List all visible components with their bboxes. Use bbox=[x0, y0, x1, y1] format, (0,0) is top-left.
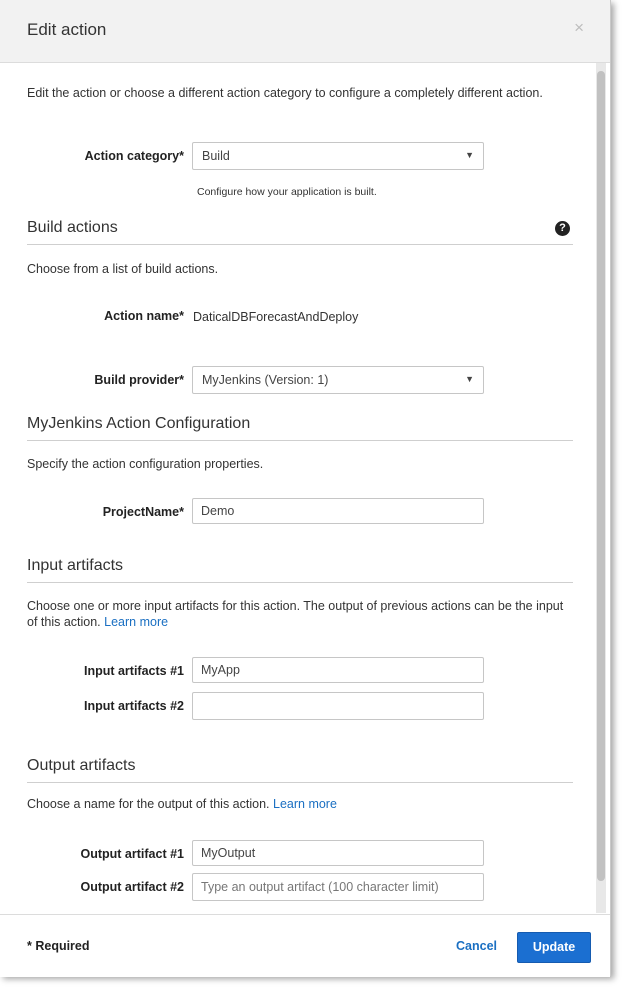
input-artifact-1-label: Input artifacts #1 bbox=[83, 664, 184, 678]
scrollbar-thumb[interactable] bbox=[597, 71, 605, 881]
chevron-down-icon: ▼ bbox=[465, 374, 474, 384]
input-artifact-1-input[interactable] bbox=[192, 657, 484, 683]
input-artifact-2-input[interactable] bbox=[192, 692, 484, 720]
input-artifacts-learn-more-link[interactable]: Learn more bbox=[104, 615, 168, 629]
edit-action-dialog: Edit action × Edit the action or choose … bbox=[0, 0, 611, 977]
close-icon[interactable]: × bbox=[574, 18, 584, 38]
action-name-value: DaticalDBForecastAndDeploy bbox=[193, 310, 359, 324]
chevron-down-icon: ▼ bbox=[465, 150, 474, 160]
output-artifacts-description: Choose a name for the output of this act… bbox=[27, 797, 270, 811]
project-name-label: ProjectName* bbox=[102, 505, 184, 519]
build-provider-label: Build provider* bbox=[94, 373, 184, 387]
output-artifacts-description-block: Choose a name for the output of this act… bbox=[27, 796, 337, 812]
action-name-label: Action name* bbox=[104, 309, 184, 323]
action-category-hint: Configure how your application is built. bbox=[197, 186, 377, 198]
output-artifact-1-input[interactable] bbox=[192, 840, 484, 866]
build-actions-heading: Build actions bbox=[27, 219, 573, 245]
dialog-title: Edit action bbox=[27, 20, 107, 39]
cancel-button[interactable]: Cancel bbox=[456, 939, 497, 953]
help-icon[interactable]: ? bbox=[555, 221, 570, 236]
input-artifacts-description-block: Choose one or more input artifacts for t… bbox=[27, 598, 572, 630]
output-artifact-2-input[interactable] bbox=[192, 873, 484, 901]
output-artifacts-learn-more-link[interactable]: Learn more bbox=[273, 797, 337, 811]
config-heading: MyJenkins Action Configuration bbox=[27, 415, 573, 441]
update-button[interactable]: Update bbox=[517, 932, 591, 963]
action-category-select[interactable]: Build ▼ bbox=[192, 142, 484, 170]
config-description: Specify the action configuration propert… bbox=[27, 457, 264, 471]
action-category-value: Build bbox=[202, 149, 230, 163]
dialog-header: Edit action × bbox=[0, 0, 610, 63]
build-provider-select[interactable]: MyJenkins (Version: 1) ▼ bbox=[192, 366, 484, 394]
intro-text: Edit the action or choose a different ac… bbox=[27, 86, 543, 100]
action-category-label: Action category* bbox=[84, 149, 184, 163]
input-artifact-2-label: Input artifacts #2 bbox=[83, 699, 184, 713]
scrollbar[interactable] bbox=[596, 63, 606, 913]
input-artifacts-heading: Input artifacts bbox=[27, 557, 573, 583]
project-name-input[interactable] bbox=[192, 498, 484, 524]
dialog-footer: * Required Cancel Update bbox=[0, 914, 610, 977]
required-note: * Required bbox=[27, 939, 90, 953]
output-artifact-1-label: Output artifact #1 bbox=[80, 847, 185, 861]
output-artifact-2-label: Output artifact #2 bbox=[80, 880, 185, 894]
output-artifacts-heading: Output artifacts bbox=[27, 757, 573, 783]
build-provider-value: MyJenkins (Version: 1) bbox=[202, 373, 329, 387]
build-actions-description: Choose from a list of build actions. bbox=[27, 262, 219, 276]
